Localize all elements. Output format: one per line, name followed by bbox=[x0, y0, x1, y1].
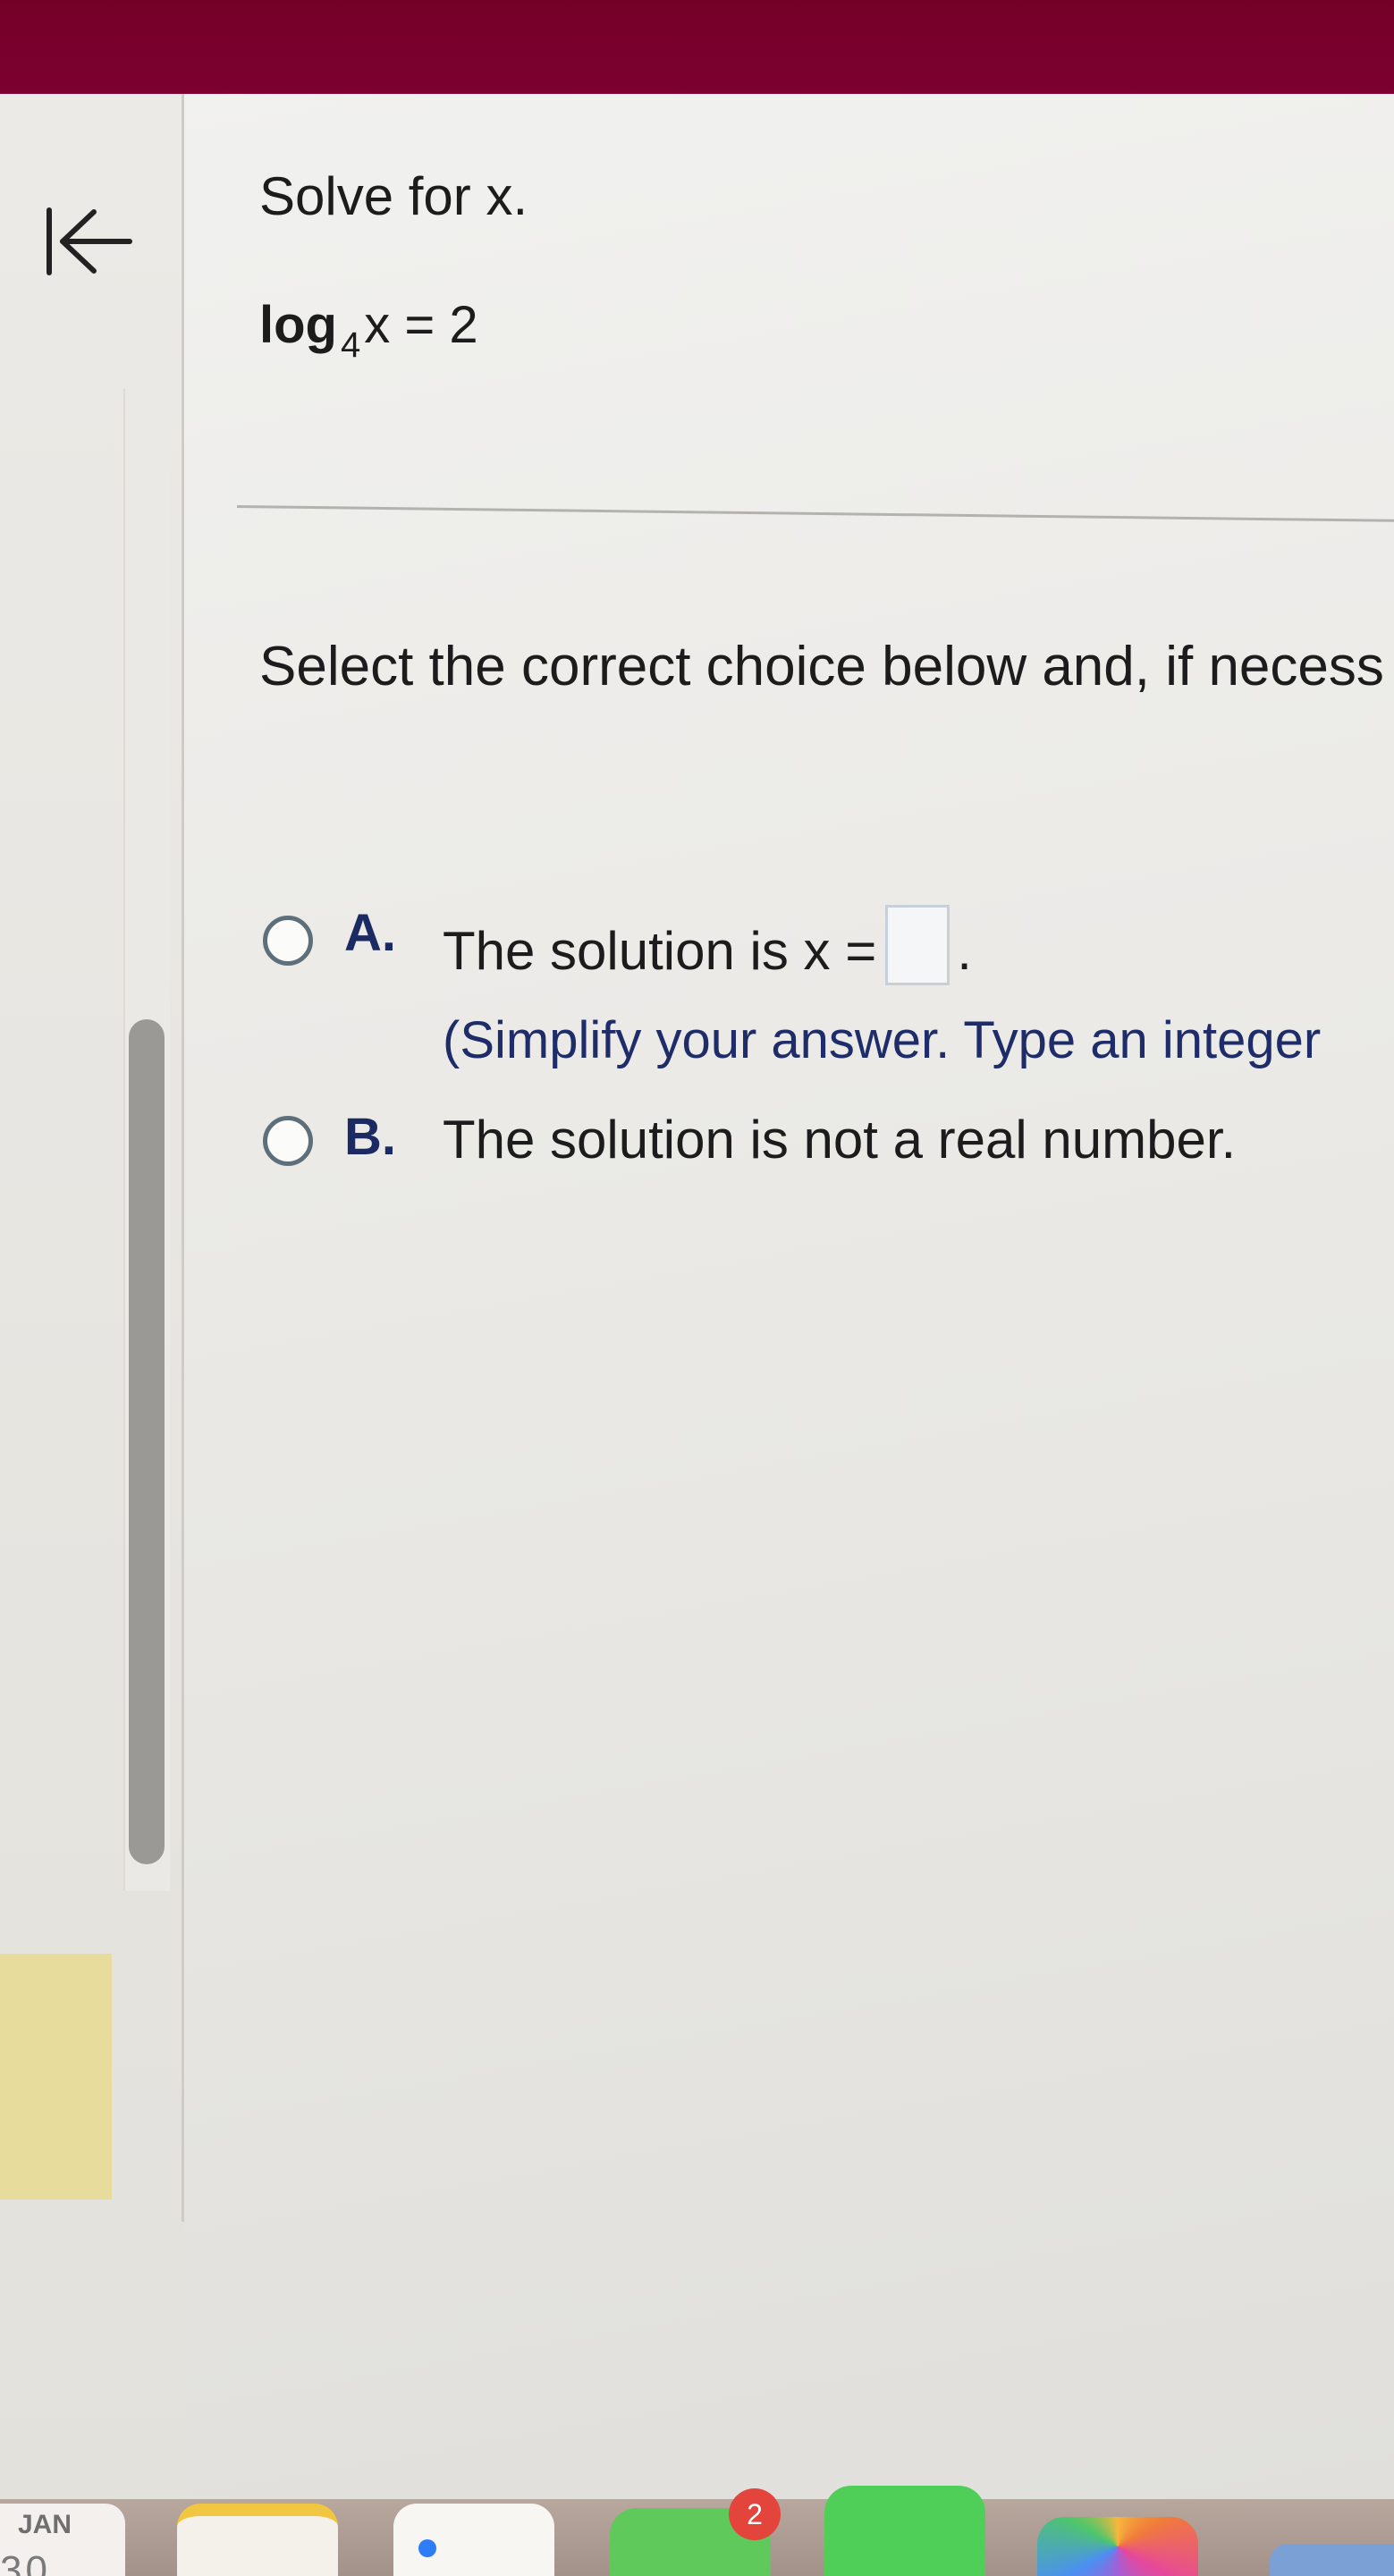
equation: log 4x = 2 bbox=[259, 295, 478, 365]
question-panel: Solve for x. log 4x = 2 Select the correc… bbox=[236, 94, 1394, 2222]
choice-a-letter: A. bbox=[344, 904, 396, 962]
radio-choice-a[interactable] bbox=[263, 916, 313, 966]
choice-a-text-after: . bbox=[957, 921, 972, 981]
section-divider bbox=[236, 505, 1394, 523]
choice-a-text-before: The solution is x = bbox=[443, 921, 877, 981]
instruction-text: Select the correct choice below and, if … bbox=[259, 636, 1384, 697]
choice-b-text: The solution is not a real number. bbox=[443, 1110, 1237, 1170]
equation-base: 4 bbox=[340, 325, 361, 365]
choice-a-hint: (Simplify your answer. Type an integer bbox=[443, 1011, 1322, 1069]
calendar-month: JAN bbox=[18, 2510, 72, 2539]
choice-a-text: The solution is x =. bbox=[443, 905, 972, 985]
left-rail bbox=[0, 94, 183, 2499]
screen: Solve for x. log 4x = 2 Select the correc… bbox=[0, 94, 1394, 2499]
app-store-icon[interactable] bbox=[1270, 2544, 1394, 2576]
photo-stage: Solve for x. log 4x = 2 Select the correc… bbox=[0, 0, 1394, 2576]
notes-icon[interactable] bbox=[177, 2504, 338, 2576]
facetime-icon[interactable] bbox=[824, 2486, 985, 2576]
choice-b-letter: B. bbox=[344, 1108, 396, 1166]
calendar-day: 30 bbox=[0, 2548, 51, 2576]
arrow-left-to-bar-icon bbox=[46, 207, 132, 275]
answer-input[interactable] bbox=[885, 905, 950, 985]
reminders-icon[interactable] bbox=[393, 2504, 554, 2576]
back-button[interactable] bbox=[36, 192, 143, 291]
photos-icon[interactable] bbox=[1037, 2517, 1198, 2576]
sticky-note bbox=[0, 1954, 112, 2200]
equation-function: log bbox=[259, 296, 337, 354]
reminders-dot bbox=[418, 2539, 436, 2557]
equation-rest: x = 2 bbox=[364, 296, 478, 354]
scrollbar-thumb[interactable] bbox=[129, 1019, 165, 1864]
radio-choice-b[interactable] bbox=[263, 1116, 313, 1166]
rail-divider bbox=[182, 94, 184, 2222]
messages-badge: 2 bbox=[729, 2488, 781, 2540]
question-heading: Solve for x. bbox=[259, 166, 528, 226]
